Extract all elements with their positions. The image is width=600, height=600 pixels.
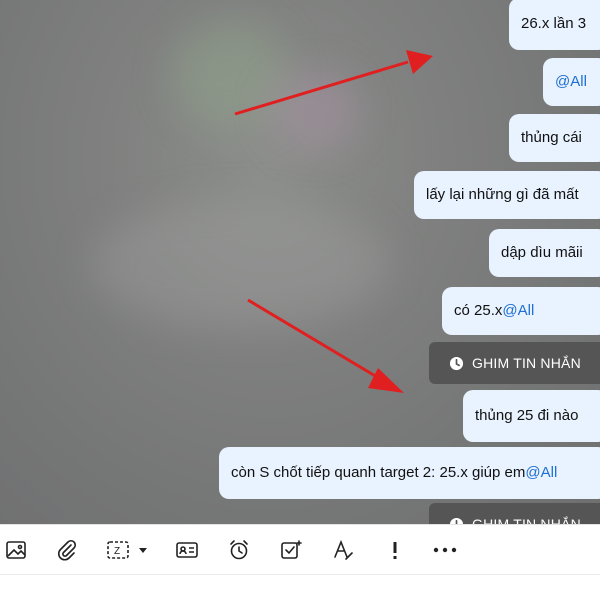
message-bubble[interactable]: thủng 25 đi nào — [463, 390, 600, 442]
pinned-notice-label: GHIM TIN NHẮN — [472, 516, 581, 524]
message-text: 26.x lần 3 — [521, 15, 587, 32]
screenshot-icon[interactable]: Z — [106, 537, 152, 563]
message-bubble[interactable]: thủng cái — [509, 114, 600, 162]
image-icon[interactable] — [3, 537, 29, 563]
message-bubble[interactable]: còn S chốt tiếp quanh target 2: 25.x giú… — [219, 447, 600, 499]
message-bubble[interactable]: có 25.x @All — [442, 287, 600, 335]
message-text: dập dìu mãii — [501, 244, 583, 261]
message-input-row[interactable] — [0, 574, 600, 600]
text-format-icon[interactable] — [330, 537, 356, 563]
message-text: lấy lại những gì đã mất — [426, 186, 579, 203]
mention-all[interactable]: @All — [525, 463, 557, 483]
alarm-icon[interactable] — [226, 537, 252, 563]
attachment-icon[interactable] — [54, 537, 80, 563]
message-text: thủng cái — [521, 129, 582, 146]
priority-icon[interactable] — [382, 537, 408, 563]
red-arrow-bottom-head — [368, 368, 404, 393]
message-bubble[interactable]: 26.x lần 3 — [509, 0, 600, 50]
message-text: còn S chốt tiếp quanh target 2: 25.x giú… — [231, 464, 526, 481]
red-arrow-top-head — [406, 50, 433, 74]
message-text: thủng 25 đi nào — [475, 407, 579, 424]
clock-icon — [449, 356, 464, 371]
message-text: có 25.x — [454, 302, 503, 319]
composer-toolbar: Z — [0, 524, 600, 574]
red-arrow-bottom — [247, 298, 383, 382]
pinned-message-notice[interactable]: GHIM TIN NHẮN — [429, 503, 600, 524]
clock-icon — [449, 517, 464, 524]
chat-message-area: 26.x lần 3 @All thủng cái lấy lại những … — [0, 0, 600, 524]
red-arrow-top — [234, 60, 409, 116]
mention-all[interactable]: @All — [555, 72, 587, 92]
more-icon[interactable] — [432, 537, 458, 563]
pinned-message-notice[interactable]: GHIM TIN NHẮN — [429, 342, 600, 384]
task-icon[interactable] — [278, 537, 304, 563]
svg-text:Z: Z — [114, 546, 120, 557]
contact-card-icon[interactable] — [174, 537, 200, 563]
message-bubble[interactable]: @All — [543, 58, 600, 106]
message-bubble[interactable]: lấy lại những gì đã mất — [414, 171, 600, 219]
pinned-notice-label: GHIM TIN NHẮN — [472, 355, 581, 371]
message-bubble[interactable]: dập dìu mãii — [489, 229, 600, 277]
mention-all[interactable]: @All — [502, 301, 534, 321]
